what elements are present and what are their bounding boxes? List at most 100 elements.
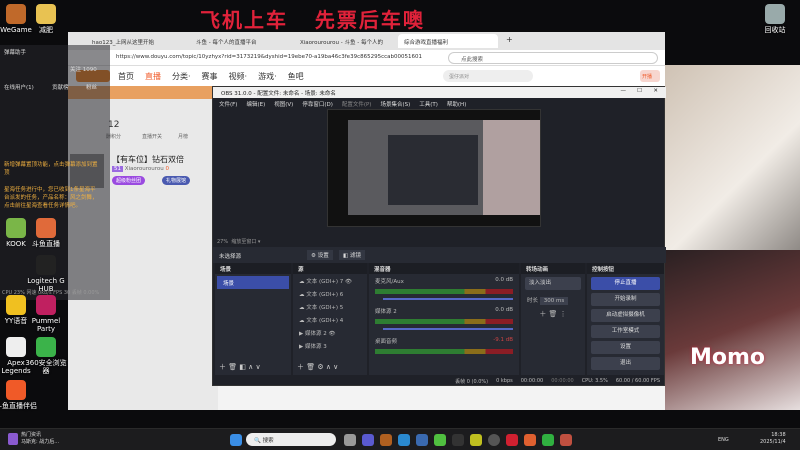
douyu-icon[interactable] <box>524 434 536 446</box>
menu-view[interactable]: 视图(V) <box>274 100 293 108</box>
app-icon[interactable] <box>434 434 446 446</box>
nav-category[interactable]: 分类· <box>172 71 191 82</box>
nav-home[interactable]: 首页 <box>118 71 134 82</box>
app-icon[interactable] <box>470 434 482 446</box>
url-input[interactable]: https://www.douyu.com/topic/10yzhyx?rid=… <box>116 54 422 60</box>
tab-welfare[interactable]: 综合游戏直播福利 <box>398 34 498 48</box>
nav-events[interactable]: 赛事 <box>202 71 218 82</box>
source-filters-button[interactable]: ◧ 滤镜 <box>339 250 365 260</box>
source-item[interactable]: ☁ 文本 (GDI+) 5 <box>293 300 367 313</box>
steam-icon[interactable] <box>416 434 428 446</box>
browser-search-input[interactable]: 点此搜索 <box>448 52 658 64</box>
menu-docks[interactable]: 停靠窗口(D) <box>302 100 333 108</box>
news-widget[interactable]: 热门资讯 马斯克: 战力后... <box>21 432 59 446</box>
tab-bar: hao123_上网从这里开始 斗鱼 - 每个人的直播平台 Xiaorourour… <box>68 32 665 50</box>
news-icon <box>8 433 18 445</box>
source-item[interactable]: ▶ 媒体源 2 👁 <box>293 326 367 339</box>
app-icon[interactable] <box>380 434 392 446</box>
streamer-name[interactable]: Xiaorourourou <box>125 166 164 172</box>
edge-icon[interactable] <box>398 434 410 446</box>
source-item[interactable]: ☁ 文本 (GDI+) 7 👁 <box>293 274 367 287</box>
room-title: 【有车位】钻石双倍 <box>112 155 184 164</box>
tab-contribution[interactable]: 贡献榜 <box>52 83 69 91</box>
live-switch[interactable]: 直播开关 <box>142 133 162 140</box>
dropped-frames: 丢帧 0 (0.0%) <box>455 379 489 385</box>
menu-scene-collection[interactable]: 场景集合(S) <box>380 100 410 108</box>
super-fans-button[interactable]: 超级粉丝团 <box>112 176 146 185</box>
source-item[interactable]: ▶ 媒体源 3 <box>293 339 367 352</box>
menu-profile[interactable]: 配置文件(P) <box>342 100 372 108</box>
new-tab-button[interactable]: + <box>500 34 519 48</box>
douyu-companion-icon <box>6 380 26 400</box>
record-time: 00:00:00 <box>551 378 574 384</box>
language-indicator[interactable]: ENG <box>718 437 729 443</box>
dock-title: 源 <box>293 263 367 274</box>
netease-music-icon[interactable] <box>506 434 518 446</box>
desktop-icon-recycle-bin[interactable]: 回收站 <box>752 4 798 34</box>
start-recording-button[interactable]: 开始录制 <box>591 293 660 306</box>
nav-yuba[interactable]: 鱼吧 <box>288 71 304 82</box>
studio-mode-button[interactable]: 工作室模式 <box>591 325 660 338</box>
volume-meter <box>375 349 513 354</box>
mixer-channel: 麦克风/Aux 0.0 dB <box>369 274 519 300</box>
desktop-icon-pummel[interactable]: Pummel Party <box>23 295 69 333</box>
scene-toolbar[interactable]: ＋ 🗑 ◧ ∧ ∨ <box>219 362 261 372</box>
volume-slider[interactable] <box>383 328 513 330</box>
app-icon[interactable] <box>542 434 554 446</box>
level-badge: 51 <box>112 166 123 172</box>
nav-video[interactable]: 视频· <box>229 71 248 82</box>
stop-streaming-button[interactable]: 停止直播 <box>591 277 660 290</box>
address-bar: https://www.douyu.com/topic/10yzhyx?rid=… <box>68 50 665 66</box>
desktop-icon-douyu[interactable]: 斗鱼直播 <box>23 218 69 248</box>
duration-label: 时长 <box>527 298 539 304</box>
menu-edit[interactable]: 编辑(E) <box>246 100 265 108</box>
volume-slider[interactable] <box>383 298 513 300</box>
dock-title: 转场动画 <box>521 263 585 274</box>
fps: 60.00 / 60.00 FPS <box>615 378 660 384</box>
teams-icon[interactable] <box>362 434 374 446</box>
nav-games[interactable]: 游戏· <box>258 71 277 82</box>
go-live-button[interactable]: 开播 <box>640 70 660 82</box>
douyu-header: 首页 直播 分类· 赛事 视频· 游戏· 鱼吧 蛋仔派对 开播 <box>68 66 665 86</box>
source-item[interactable]: ☁ 文本 (GDI+) 4 <box>293 313 367 326</box>
bitrate: 0 kbps <box>496 378 513 384</box>
maximize-button[interactable]: ☐ <box>637 88 642 94</box>
preview-canvas[interactable] <box>327 109 541 227</box>
source-item[interactable]: ☁ 文本 (GDI+) 6 <box>293 287 367 300</box>
desktop-icon-360[interactable]: 360安全浏览器 <box>23 337 69 375</box>
task-view-icon[interactable] <box>344 434 356 446</box>
menu-help[interactable]: 帮助(H) <box>447 100 466 108</box>
menu-tools[interactable]: 工具(T) <box>419 100 438 108</box>
virtual-camera-button[interactable]: 启动虚拟摄像机 <box>591 309 660 322</box>
exit-button[interactable]: 退出 <box>591 357 660 370</box>
transition-buttons[interactable]: ＋ 🗑 ⋮ <box>521 306 585 319</box>
obs-icon[interactable] <box>488 434 500 446</box>
desktop-icon-douyu-companion[interactable]: 斗鱼直播伴侣 <box>0 380 39 410</box>
zoom-mode-select[interactable]: 缩放至窗口 <box>231 239 256 245</box>
tab-douyu[interactable]: 斗鱼 - 每个人的直播平台 <box>190 34 290 48</box>
desktop-icon-folder[interactable]: 减肥 <box>23 4 69 34</box>
menu-file[interactable]: 文件(F) <box>219 100 237 108</box>
close-button[interactable]: ✕ <box>653 88 658 94</box>
nav-live[interactable]: 直播 <box>145 71 161 82</box>
start-icon[interactable] <box>230 434 242 446</box>
clock[interactable]: 18:38 2025/11/4 <box>760 432 786 446</box>
transition-select[interactable]: 淡入淡出 <box>525 277 581 290</box>
gift-hall-button[interactable]: 礼物展馆 <box>162 176 191 185</box>
duration-input[interactable]: 300 ms <box>539 297 569 305</box>
douyu-companion-icon[interactable] <box>560 434 572 446</box>
minimize-button[interactable]: — <box>621 88 627 94</box>
scene-item[interactable]: 场景 <box>217 276 289 289</box>
taskbar-search[interactable]: 🔍 搜索 <box>246 433 336 446</box>
source-toolbar-buttons[interactable]: ＋ 🗑 ⚙ ∧ ∨ <box>297 362 338 372</box>
source-settings-button[interactable]: ⚙ 设置 <box>307 250 333 260</box>
settings-button[interactable]: 设置 <box>591 341 660 354</box>
tab-online-users[interactable]: 在线用户(1) <box>4 83 34 91</box>
desktop-icon-ghub[interactable]: Logitech G HUB <box>23 255 69 293</box>
monthly-rank[interactable]: 月榜 <box>178 133 188 140</box>
site-search-input[interactable]: 蛋仔派对 <box>443 70 533 82</box>
tab-fans[interactable]: 粉丝 <box>86 83 97 91</box>
app-icon[interactable] <box>452 434 464 446</box>
tab-xiaorou[interactable]: Xiaorourourou - 斗鱼 - 每个人的 <box>294 34 394 48</box>
obs-menubar: 文件(F) 编辑(E) 视图(V) 停靠窗口(D) 配置文件(P) 场景集合(S) 工具(T… <box>213 98 472 109</box>
